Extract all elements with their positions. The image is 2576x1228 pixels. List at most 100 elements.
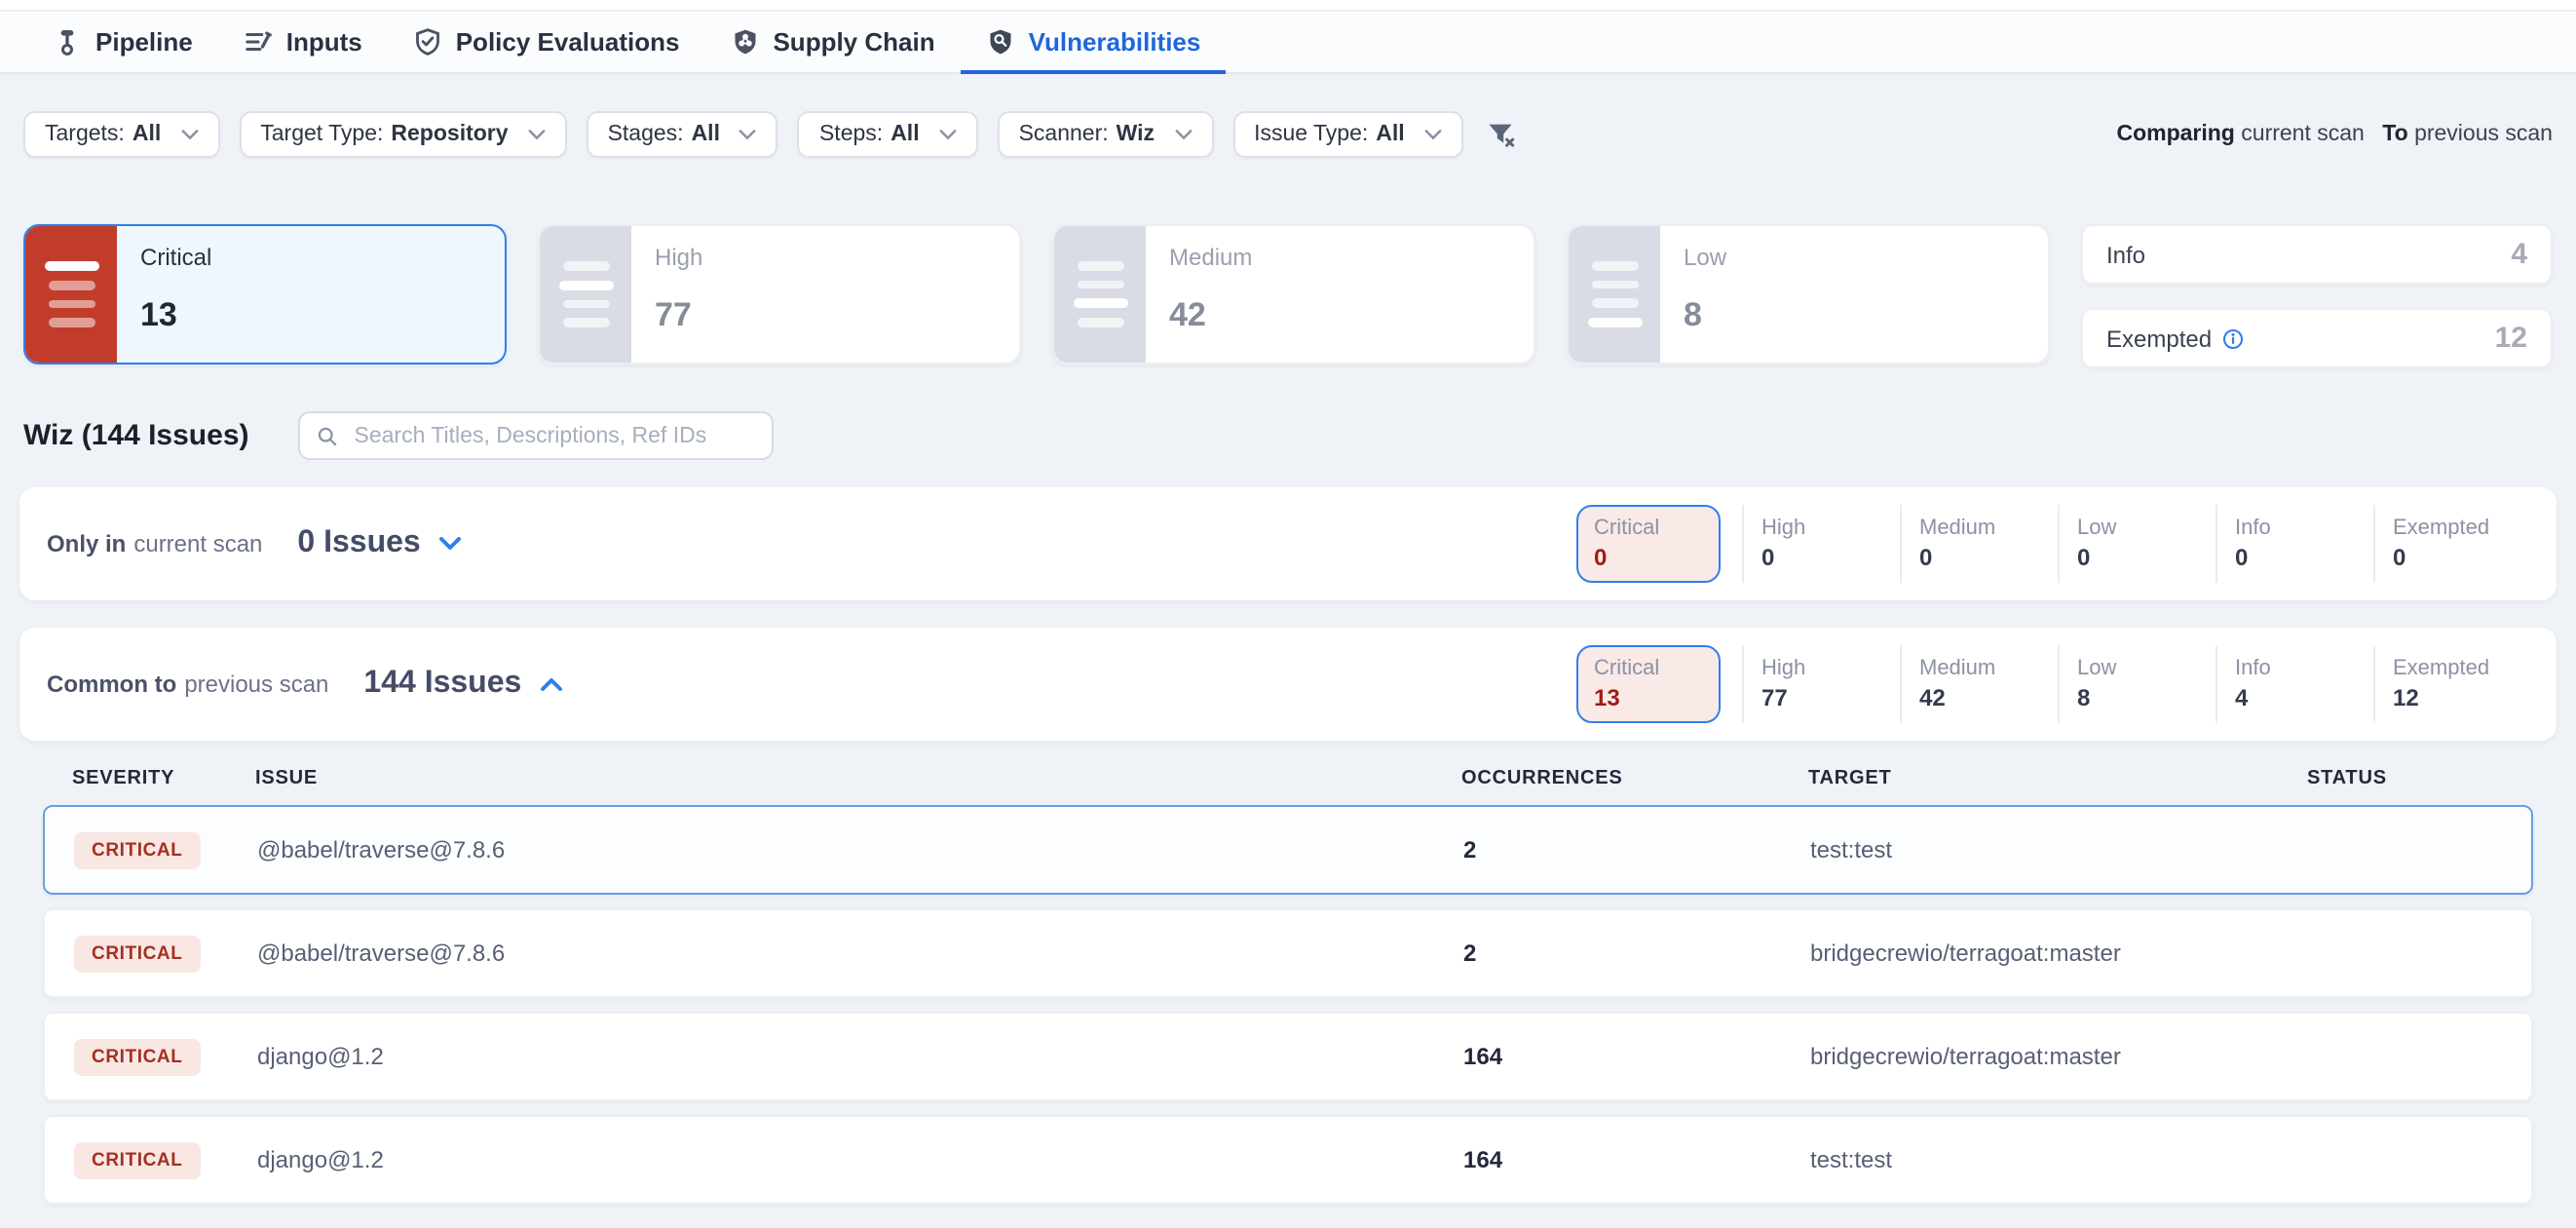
- info-card[interactable]: Info 4: [2081, 224, 2553, 285]
- column-header-occurrences: OCCURRENCES: [1461, 768, 1808, 789]
- section-only-in-current-scan: Only in current scan 0 Issues Critical 0…: [19, 487, 2557, 600]
- severity-card-label: High: [655, 244, 702, 271]
- divider: [1742, 645, 1744, 723]
- tab-label: Policy Evaluations: [456, 27, 680, 57]
- chevron-up-icon[interactable]: [539, 676, 562, 692]
- section-toggle[interactable]: Only in current scan 0 Issues: [47, 526, 462, 561]
- chip-label: Info: [2235, 657, 2356, 680]
- table-row[interactable]: CRITICAL @babel/traverse@7.8.6 2 bridgec…: [43, 908, 2533, 998]
- severity-badge: CRITICAL: [74, 832, 200, 869]
- section-issue-count: 144 Issues: [363, 667, 521, 702]
- severity-card-low[interactable]: Low 8: [1567, 224, 2050, 365]
- chip-medium[interactable]: Medium 42: [1904, 647, 2056, 721]
- chip-high[interactable]: High 77: [1746, 647, 1898, 721]
- table-row[interactable]: CRITICAL django@1.2 164 bridgecrewio/ter…: [43, 1012, 2533, 1101]
- tab-supply-chain[interactable]: Supply Chain: [704, 12, 960, 72]
- policy-evaluations-icon: [413, 27, 442, 57]
- severity-gauge-icon: [1569, 226, 1660, 363]
- tab-inputs[interactable]: Inputs: [218, 12, 388, 72]
- issue-cell: @babel/traverse@7.8.6: [257, 940, 1463, 967]
- tab-pipeline[interactable]: Pipeline: [27, 12, 218, 72]
- vulnerabilities-page: Pipeline Inputs Policy Evaluations Suppl…: [0, 0, 2576, 1228]
- severity-badge: CRITICAL: [74, 1142, 200, 1179]
- clear-filters-icon[interactable]: [1487, 122, 1516, 147]
- tab-label: Pipeline: [95, 27, 193, 57]
- steps-filter[interactable]: Steps: All: [798, 111, 978, 158]
- issues-search[interactable]: [298, 411, 774, 460]
- stages-filter[interactable]: Stages: All: [587, 111, 778, 158]
- chip-count: 0: [1594, 544, 1703, 571]
- chip-critical[interactable]: Critical 13: [1576, 645, 1721, 723]
- severity-card-count: 8: [1684, 296, 1726, 335]
- severity-card-count: 42: [1169, 296, 1252, 335]
- chip-count: 0: [2077, 544, 2198, 571]
- info-exempted-column: Info 4 Exempted 12: [2081, 224, 2553, 368]
- divider: [1900, 645, 1902, 723]
- scanner-row: Wiz (144 Issues): [23, 411, 2553, 460]
- chip-low[interactable]: Low 0: [2062, 507, 2214, 581]
- filter-row: Targets: All Target Type: Repository Sta…: [23, 111, 2553, 158]
- chip-count: 8: [2077, 684, 2198, 711]
- chip-label: Critical: [1594, 657, 1703, 680]
- target-cell: test:test: [1810, 836, 2309, 863]
- chip-label: Info: [2235, 517, 2356, 540]
- search-icon: [316, 424, 339, 447]
- pipeline-icon: [53, 27, 82, 57]
- tab-label: Vulnerabilities: [1029, 26, 1201, 56]
- occurrences-cell: 2: [1463, 836, 1810, 863]
- chip-exempted[interactable]: Exempted 12: [2377, 647, 2529, 721]
- chip-label: Medium: [1919, 657, 2040, 680]
- chevron-down-icon[interactable]: [438, 536, 462, 552]
- chevron-down-icon: [1174, 129, 1192, 140]
- chevron-down-icon: [180, 129, 198, 140]
- tab-vulnerabilities[interactable]: Vulnerabilities: [961, 12, 1227, 74]
- occurrences-cell: 2: [1463, 940, 1810, 967]
- issue-cell: django@1.2: [257, 1146, 1463, 1173]
- section-issue-count: 0 Issues: [297, 526, 420, 561]
- target-type-filter[interactable]: Target Type: Repository: [239, 111, 566, 158]
- pipeline-tabbar: Pipeline Inputs Policy Evaluations Suppl…: [0, 12, 2576, 74]
- severity-card-medium[interactable]: Medium 42: [1052, 224, 1535, 365]
- chevron-down-icon: [528, 129, 546, 140]
- severity-card-count: 13: [140, 296, 211, 335]
- issue-type-filter[interactable]: Issue Type: All: [1232, 111, 1463, 158]
- exempted-card-count: 12: [2495, 322, 2527, 355]
- chip-info[interactable]: Info 4: [2219, 647, 2371, 721]
- tab-policy-evaluations[interactable]: Policy Evaluations: [388, 12, 705, 72]
- chip-medium[interactable]: Medium 0: [1904, 507, 2056, 581]
- section-label-bold: Common to: [47, 671, 176, 698]
- table-row[interactable]: CRITICAL django@1.2 164 test:test: [43, 1115, 2533, 1205]
- divider: [2058, 505, 2060, 583]
- chip-info[interactable]: Info 0: [2219, 507, 2371, 581]
- chip-exempted[interactable]: Exempted 0: [2377, 507, 2529, 581]
- issue-cell: django@1.2: [257, 1043, 1463, 1070]
- table-row[interactable]: CRITICAL @babel/traverse@7.8.6 2 test:te…: [43, 805, 2533, 895]
- target-cell: bridgecrewio/terragoat:master: [1810, 1043, 2309, 1070]
- severity-gauge-icon: [1054, 226, 1146, 363]
- filter-value: Repository: [391, 123, 508, 146]
- targets-filter[interactable]: Targets: All: [23, 111, 219, 158]
- chip-label: Medium: [1919, 517, 2040, 540]
- supply-chain-icon: [730, 27, 759, 57]
- severity-gauge-icon: [540, 226, 631, 363]
- severity-card-high[interactable]: High 77: [538, 224, 1021, 365]
- chip-label: Exempted: [2393, 657, 2514, 680]
- chip-low[interactable]: Low 8: [2062, 647, 2214, 721]
- exempted-card[interactable]: Exempted 12: [2081, 308, 2553, 368]
- severity-chips: Critical 0 High 0 Medium 0 Low 0: [1576, 505, 2529, 583]
- issue-cell: @babel/traverse@7.8.6: [257, 836, 1463, 863]
- filter-label: Stages:: [608, 123, 684, 146]
- divider: [2216, 645, 2217, 723]
- section-toggle[interactable]: Common to previous scan 144 Issues: [47, 667, 562, 702]
- search-input[interactable]: [351, 422, 756, 449]
- severity-card-label: Medium: [1169, 244, 1252, 271]
- scanner-filter[interactable]: Scanner: Wiz: [998, 111, 1213, 158]
- severity-gauge-icon: [25, 226, 117, 363]
- filter-value: All: [1376, 123, 1404, 146]
- chip-critical[interactable]: Critical 0: [1576, 505, 1721, 583]
- severity-card-label: Low: [1684, 244, 1726, 271]
- chip-count: 0: [2235, 544, 2356, 571]
- severity-card-critical[interactable]: Critical 13: [23, 224, 507, 365]
- chip-high[interactable]: High 0: [1746, 507, 1898, 581]
- chip-count: 13: [1594, 684, 1703, 711]
